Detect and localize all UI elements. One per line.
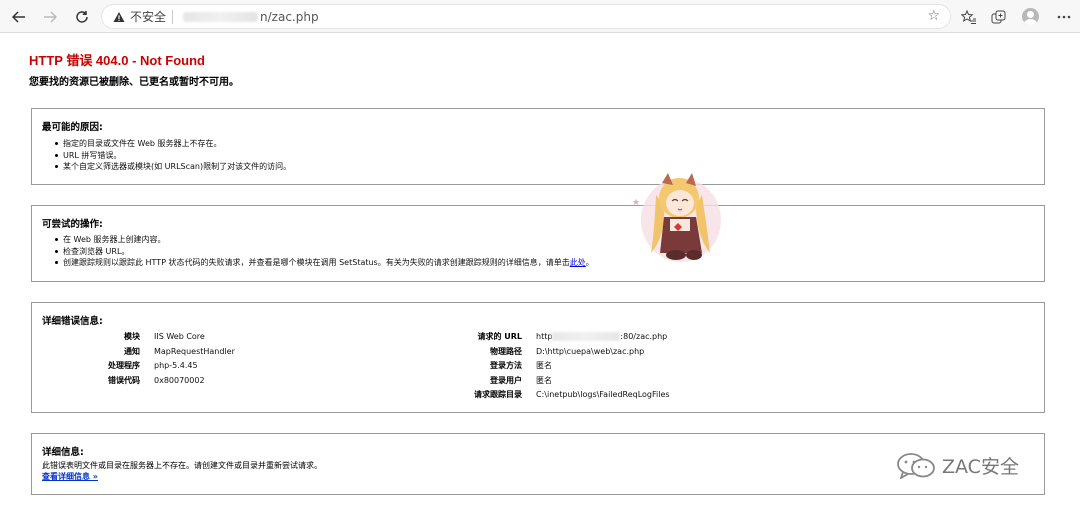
page-title: HTTP 错误 404.0 - Not Found (29, 53, 205, 68)
list-item: 创建跟踪规则以跟踪此 HTTP 状态代码的失败请求，并查看是哪个模块在调用 Se… (55, 257, 594, 269)
detail-row: 通知 MapRequestHandler (32, 345, 235, 360)
detail-row: 请求跟踪目录 C:\inetpub\logs\FailedReqLogFiles (432, 388, 670, 403)
more-info-section: 详细信息: 此错误表明文件或目录在服务器上不存在。请创建文件或目录并重新尝试请求… (31, 433, 1045, 495)
detail-value: D:\http\cuepa\web\zac.php (536, 346, 645, 356)
actions-heading: 可尝试的操作: (42, 219, 103, 230)
detail-value: MapRequestHandler (154, 346, 235, 356)
detail-row: 物理路径 D:\http\cuepa\web\zac.php (432, 345, 670, 360)
detail-key: 请求的 URL (477, 332, 522, 341)
detail-key: 请求跟踪目录 (474, 390, 522, 400)
security-label[interactable]: 不安全 (130, 8, 166, 25)
redacted-host (183, 11, 259, 22)
actions-section: 可尝试的操作: 在 Web 服务器上创建内容。 检查浏览器 URL。 创建跟踪规… (31, 205, 1045, 282)
zac-watermark: ZAC安全 (896, 452, 1019, 479)
svg-text:★: ★ (632, 198, 640, 208)
detail-row: 错误代码 0x80070002 (32, 374, 235, 389)
detail-key: 错误代码 (108, 375, 140, 385)
wechat-icon (897, 452, 935, 479)
forward-arrow-icon (44, 11, 57, 23)
detail-row: 模块 IIS Web Core (32, 330, 235, 345)
more-info-heading: 详细信息: (42, 447, 84, 458)
favorite-star-icon[interactable]: ☆ (927, 8, 940, 24)
detail-row: 处理程序 php-5.4.45 (32, 359, 235, 374)
details-left-table: 模块 IIS Web Core 通知 MapRequestHandler 处理程序 p… (32, 330, 235, 388)
detail-row: 登录用户 匿名 (432, 374, 670, 389)
trace-rule-text: 创建跟踪规则以跟踪此 HTTP 状态代码的失败请求，并查看是哪个模块在调用 Se… (63, 258, 570, 267)
list-item: 在 Web 服务器上创建内容。 (55, 234, 594, 246)
detail-value: 匿名 (536, 375, 552, 385)
address-divider (172, 9, 174, 24)
back-arrow-icon (12, 11, 25, 23)
detail-value: IIS Web Core (154, 332, 205, 341)
list-item: 检查浏览器 URL。 (55, 246, 594, 258)
more-info-link[interactable]: 查看详细信息 » (42, 471, 98, 482)
trace-rule-end: 。 (585, 258, 594, 267)
request-url-prefix: http (536, 332, 553, 341)
detail-key: 登录方法 (490, 361, 522, 371)
list-item: URL 拼写错误。 (54, 150, 291, 162)
refresh-icon (76, 11, 88, 23)
favorites-icon[interactable] (958, 7, 978, 27)
causes-heading: 最可能的原因: (42, 122, 103, 133)
detail-value: php-5.4.45 (154, 361, 198, 371)
detail-value: 匿名 (536, 361, 552, 371)
detail-value: C:\inetpub\logs\FailedReqLogFiles (536, 390, 670, 400)
trace-rule-link[interactable]: 此处 (570, 258, 586, 267)
detail-row: 请求的 URL http :80/zac.php (432, 330, 670, 345)
more-info-text: 此错误表明文件或目录在服务器上不存在。请创建文件或目录并重新尝试请求。 (42, 461, 322, 470)
page-subtitle: 您要找的资源已被删除、已更名或暂时不可用。 (29, 77, 239, 88)
detail-key: 物理路径 (490, 346, 522, 356)
detail-key: 登录用户 (490, 375, 522, 385)
list-item: 某个自定义筛选器或模块(如 URLScan)限制了对该文件的访问。 (54, 162, 292, 171)
detail-value: 0x80070002 (154, 375, 205, 385)
refresh-button[interactable] (71, 6, 93, 28)
list-item: 指定的目录或文件在 Web 服务器上不存在。 (54, 138, 291, 150)
actions-list: 在 Web 服务器上创建内容。 检查浏览器 URL。 创建跟踪规则以跟踪此 HT… (55, 234, 594, 269)
detail-value: http :80/zac.php (536, 330, 667, 345)
collections-icon[interactable] (988, 7, 1008, 27)
url-text: n/zac.php (260, 9, 319, 24)
details-right-table: 请求的 URL http :80/zac.php 物理路径 D:\http\cuepa… (432, 330, 670, 403)
causes-section: 最可能的原因: 指定的目录或文件在 Web 服务器上不存在。 URL 拼写错误。… (31, 108, 1045, 185)
request-url-suffix: :80/zac.php (620, 332, 668, 341)
browser-toolbar: 不安全 n/zac.php ☆ (0, 0, 1080, 33)
forward-button[interactable] (39, 6, 61, 28)
causes-list: 指定的目录或文件在 Web 服务器上不存在。 URL 拼写错误。 某个自定义筛选… (54, 138, 292, 173)
address-bar[interactable]: 不安全 n/zac.php ☆ (101, 4, 951, 29)
detail-key: 通知 (124, 346, 140, 356)
profile-avatar-icon[interactable] (1022, 8, 1039, 25)
details-section: 详细错误信息: 模块 IIS Web Core 通知 MapRequestHandl… (31, 302, 1045, 413)
more-menu-icon[interactable] (1054, 7, 1074, 27)
watermark-text: ZAC安全 (942, 456, 1019, 478)
detail-key: 处理程序 (108, 361, 140, 371)
redacted-host (552, 332, 621, 341)
details-heading: 详细错误信息: (42, 316, 103, 327)
back-button[interactable] (8, 6, 30, 28)
warning-triangle-icon (112, 10, 126, 24)
anime-mascot-image: ★ (626, 165, 726, 265)
detail-key: 模块 (124, 332, 140, 341)
detail-row: 登录方法 匿名 (432, 359, 670, 374)
